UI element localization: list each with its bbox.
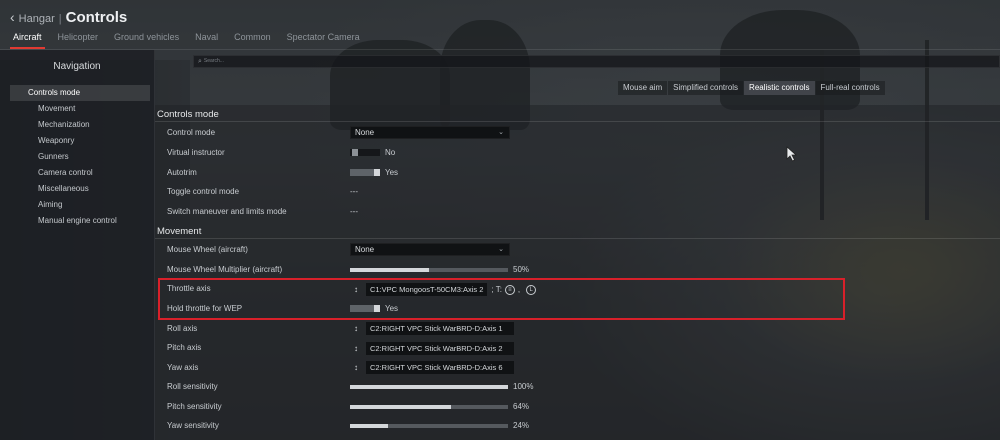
- control-mode-row: None ⌄: [350, 126, 510, 139]
- virtual-instructor-toggle[interactable]: [350, 149, 380, 156]
- yaw-sensitivity-value: 24%: [513, 421, 530, 430]
- sidebar-item-manual-engine-control[interactable]: Manual engine control: [10, 213, 150, 229]
- yaw-sensitivity-slider[interactable]: [350, 423, 508, 428]
- switch-maneuver-binding[interactable]: ---: [350, 207, 358, 216]
- pitch-sensitivity-slider[interactable]: [350, 404, 508, 409]
- label-yaw-sensitivity: Yaw sensitivity: [167, 421, 219, 430]
- roll-axis-binding[interactable]: C2:RIGHT VPC Stick WarBRD-D:Axis 1: [366, 322, 514, 335]
- mouse-cursor-icon: [786, 146, 798, 162]
- label-virtual-instructor: Virtual instructor: [167, 148, 225, 157]
- tab-helicopter[interactable]: Helicopter: [55, 31, 102, 49]
- tab-mouse-aim[interactable]: Mouse aim: [618, 81, 668, 95]
- chevron-down-icon: ⌄: [498, 129, 504, 136]
- control-mode-dropdown[interactable]: None ⌄: [350, 126, 510, 139]
- page-title: Controls: [65, 9, 128, 26]
- axis-icon: ↕: [354, 344, 358, 353]
- mouse-wheel-multiplier-slider[interactable]: [350, 267, 508, 272]
- autotrim-row: Yes: [350, 168, 398, 177]
- autotrim-value: Yes: [385, 168, 399, 177]
- back-label: Hangar: [18, 13, 55, 25]
- yaw-sensitivity-row: 24%: [350, 421, 529, 430]
- control-mode-tabs: Mouse aim Simplified controls Realistic …: [618, 81, 886, 95]
- back-button[interactable]: ‹ Hangar | Controls: [10, 9, 127, 26]
- yaw-axis-row: ↕ C2:RIGHT VPC Stick WarBRD-D:Axis 6: [350, 361, 514, 374]
- axis-icon: ↕: [354, 324, 358, 333]
- control-mode-value: None: [355, 128, 375, 137]
- slider-fill: [350, 404, 452, 409]
- mouse-wheel-multiplier-value: 50%: [513, 265, 530, 274]
- mouse-wheel-multiplier-row: 50%: [350, 265, 529, 274]
- switch-maneuver-value: ---: [350, 207, 358, 216]
- pitch-sensitivity-row: 64%: [350, 402, 529, 411]
- pitch-sensitivity-value: 64%: [513, 402, 530, 411]
- pitch-axis-row: ↕ C2:RIGHT VPC Stick WarBRD-D:Axis 2: [350, 342, 514, 355]
- roll-sensitivity-slider[interactable]: [350, 384, 508, 389]
- search-placeholder: Search...: [203, 58, 224, 64]
- mouse-wheel-value: None: [355, 245, 375, 254]
- roll-sensitivity-row: 100%: [350, 382, 533, 391]
- mouse-wheel-row: None ⌄: [350, 243, 510, 256]
- virtual-instructor-value: No: [385, 148, 396, 157]
- label-roll-sensitivity: Roll sensitivity: [167, 382, 218, 391]
- label-control-mode: Control mode: [167, 128, 216, 137]
- autotrim-toggle[interactable]: [350, 169, 380, 176]
- label-yaw-axis: Yaw axis: [167, 363, 199, 372]
- navigation-title: Navigation: [53, 61, 101, 72]
- slider-fill: [350, 384, 508, 389]
- chevron-left-icon: ‹: [10, 9, 15, 25]
- roll-sensitivity-value: 100%: [513, 382, 534, 391]
- toggle-control-mode-value: ---: [350, 187, 358, 196]
- sidebar-item-weaponry[interactable]: Weaponry: [10, 133, 150, 149]
- section-divider: [155, 121, 1000, 122]
- sidebar-item-miscellaneous[interactable]: Miscellaneous: [10, 181, 150, 197]
- pitch-axis-binding[interactable]: C2:RIGHT VPC Stick WarBRD-D:Axis 2: [366, 342, 514, 355]
- toggle-control-mode-binding[interactable]: ---: [350, 187, 358, 196]
- label-pitch-sensitivity: Pitch sensitivity: [167, 402, 222, 411]
- search-input[interactable]: ⌕ Search...: [193, 55, 1000, 68]
- tab-realistic-controls[interactable]: Realistic controls: [744, 81, 815, 95]
- label-autotrim: Autotrim: [167, 168, 197, 177]
- tab-simplified-controls[interactable]: Simplified controls: [668, 81, 744, 95]
- toggle-knob: [374, 169, 380, 176]
- tab-spectator-camera[interactable]: Spectator Camera: [284, 31, 363, 49]
- section-title-movement: Movement: [157, 226, 202, 237]
- sidebar-item-gunners[interactable]: Gunners: [10, 149, 150, 165]
- sidebar-item-aiming[interactable]: Aiming: [10, 197, 150, 213]
- section-title-controls-mode: Controls mode: [157, 109, 219, 120]
- slider-fill: [350, 423, 388, 428]
- label-mouse-wheel: Mouse Wheel (aircraft): [167, 245, 248, 254]
- navigation-sidebar: Navigation Controls mode Movement Mechan…: [0, 50, 155, 440]
- highlight-box: [158, 278, 845, 320]
- breadcrumb-separator: |: [58, 13, 62, 25]
- tab-common[interactable]: Common: [231, 31, 274, 49]
- tab-aircraft[interactable]: Aircraft: [10, 31, 45, 49]
- tab-naval[interactable]: Naval: [192, 31, 221, 49]
- tab-full-real-controls[interactable]: Full-real controls: [815, 81, 885, 95]
- toggle-knob: [352, 149, 358, 156]
- chevron-down-icon: ⌄: [498, 246, 504, 253]
- sidebar-item-mechanization[interactable]: Mechanization: [10, 117, 150, 133]
- axis-icon: ↕: [354, 363, 358, 372]
- virtual-instructor-row: No: [350, 148, 395, 157]
- tab-ground-vehicles[interactable]: Ground vehicles: [111, 31, 182, 49]
- header: ‹ Hangar | Controls Aircraft Helicopter …: [0, 0, 1000, 52]
- slider-fill: [350, 267, 429, 272]
- label-pitch-axis: Pitch axis: [167, 343, 202, 352]
- label-roll-axis: Roll axis: [167, 324, 198, 333]
- vehicle-tabs: Aircraft Helicopter Ground vehicles Nava…: [10, 31, 373, 49]
- sidebar-item-movement[interactable]: Movement: [10, 101, 150, 117]
- sidebar-item-controls-mode[interactable]: Controls mode: [10, 85, 150, 101]
- yaw-axis-binding[interactable]: C2:RIGHT VPC Stick WarBRD-D:Axis 6: [366, 361, 514, 374]
- mouse-wheel-dropdown[interactable]: None ⌄: [350, 243, 510, 256]
- label-toggle-control-mode: Toggle control mode: [167, 187, 240, 196]
- search-icon: ⌕: [198, 58, 202, 65]
- roll-axis-row: ↕ C2:RIGHT VPC Stick WarBRD-D:Axis 1: [350, 322, 514, 335]
- label-mouse-wheel-multiplier: Mouse Wheel Multiplier (aircraft): [167, 265, 283, 274]
- sidebar-item-camera-control[interactable]: Camera control: [10, 165, 150, 181]
- label-switch-maneuver: Switch maneuver and limits mode: [167, 207, 287, 216]
- section-divider: [155, 238, 1000, 239]
